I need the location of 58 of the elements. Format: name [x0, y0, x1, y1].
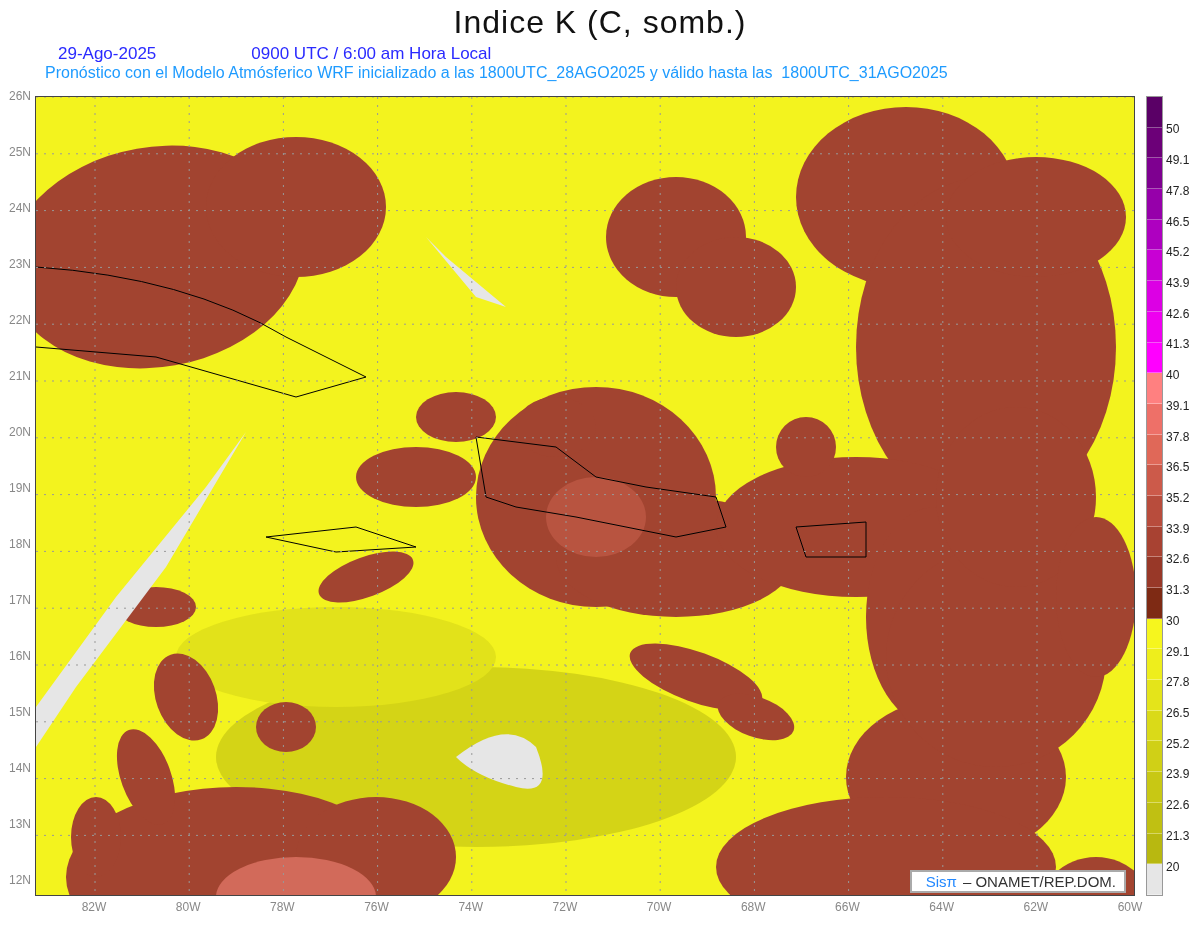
scale-label: 29.1 — [1166, 643, 1190, 660]
scale-label: 22.6 — [1166, 797, 1190, 814]
scale-label: 23.9 — [1166, 766, 1190, 783]
scale-label: 21.3 — [1166, 827, 1190, 844]
latitude-label: 19N — [9, 480, 31, 496]
longitude-label: 60W — [1117, 900, 1143, 914]
longitude-label: 80W — [175, 900, 201, 914]
scale-label: 43.9 — [1166, 274, 1190, 291]
scale-label: 25.2 — [1166, 735, 1190, 752]
latitude-label: 16N — [9, 648, 31, 664]
scale-label: 33.9 — [1166, 520, 1190, 537]
latitude-label: 17N — [9, 592, 31, 608]
latitude-label: 25N — [9, 144, 31, 160]
scale-label: 46.5 — [1166, 213, 1190, 230]
scale-label: 47.8 — [1166, 182, 1190, 199]
date-label: 29-Ago-2025 — [58, 43, 157, 62]
logo-text: Sisπ — [925, 873, 957, 890]
longitude-label: 66W — [835, 900, 860, 914]
longitude-label: 82W — [81, 900, 107, 914]
longitude-label: 78W — [270, 900, 295, 914]
longitude-label: 68W — [740, 900, 766, 914]
forecast-subtitle: Pronóstico con el Modelo Atmósferico WRF inicializado a las 1800UTC_28AGO2025 y válido hasta las 1800UTC_31AGO2025 — [44, 63, 949, 83]
scale-label: 41.3 — [1166, 336, 1190, 353]
scale-label: 40 — [1166, 367, 1181, 384]
longitude-label: 72W — [552, 900, 578, 914]
scale-label: 36.5 — [1166, 459, 1190, 476]
longitude-label: 64W — [929, 900, 954, 914]
longitude-label: 62W — [1023, 900, 1049, 914]
longitude-label: 70W — [646, 900, 672, 914]
scale-label: 39.1 — [1166, 397, 1190, 414]
latitude-label: 24N — [9, 200, 31, 216]
chart-title: Indice K (C, somb.) — [452, 3, 748, 40]
scale-label: 50 — [1166, 121, 1181, 138]
latitude-label: 23N — [9, 256, 31, 272]
time-label: 0900 UTC / 6:00 am Hora Local — [251, 43, 492, 62]
latitude-label: 22N — [9, 312, 31, 328]
scale-label: 37.8 — [1166, 428, 1190, 445]
latitude-label: 15N — [9, 704, 31, 720]
latitude-label: 12N — [9, 872, 31, 888]
latitude-label: 26N — [9, 88, 31, 104]
scale-label: 42.6 — [1166, 305, 1190, 322]
latitude-label: 18N — [9, 536, 31, 552]
latitude-label: 13N — [9, 816, 31, 832]
latitude-label: 20N — [9, 424, 31, 440]
scale-label: 20 — [1166, 858, 1181, 875]
scale-label: 45.2 — [1166, 244, 1190, 261]
longitude-label: 76W — [364, 900, 389, 914]
longitude-label: 74W — [458, 900, 484, 914]
scale-label: 30 — [1166, 612, 1181, 629]
scale-label: 35.2 — [1166, 490, 1190, 506]
latitude-label: 14N — [9, 760, 31, 776]
scale-label: 49.1 — [1166, 152, 1190, 169]
scale-label: 31.3 — [1166, 582, 1190, 599]
latitude-label: 21N — [9, 368, 31, 384]
scale-label: 26.5 — [1166, 705, 1190, 721]
scale-label: 27.8 — [1166, 674, 1190, 691]
credit-text: – ONAMET/REP.DOM. — [962, 873, 1116, 890]
scale-label: 32.6 — [1166, 551, 1190, 568]
